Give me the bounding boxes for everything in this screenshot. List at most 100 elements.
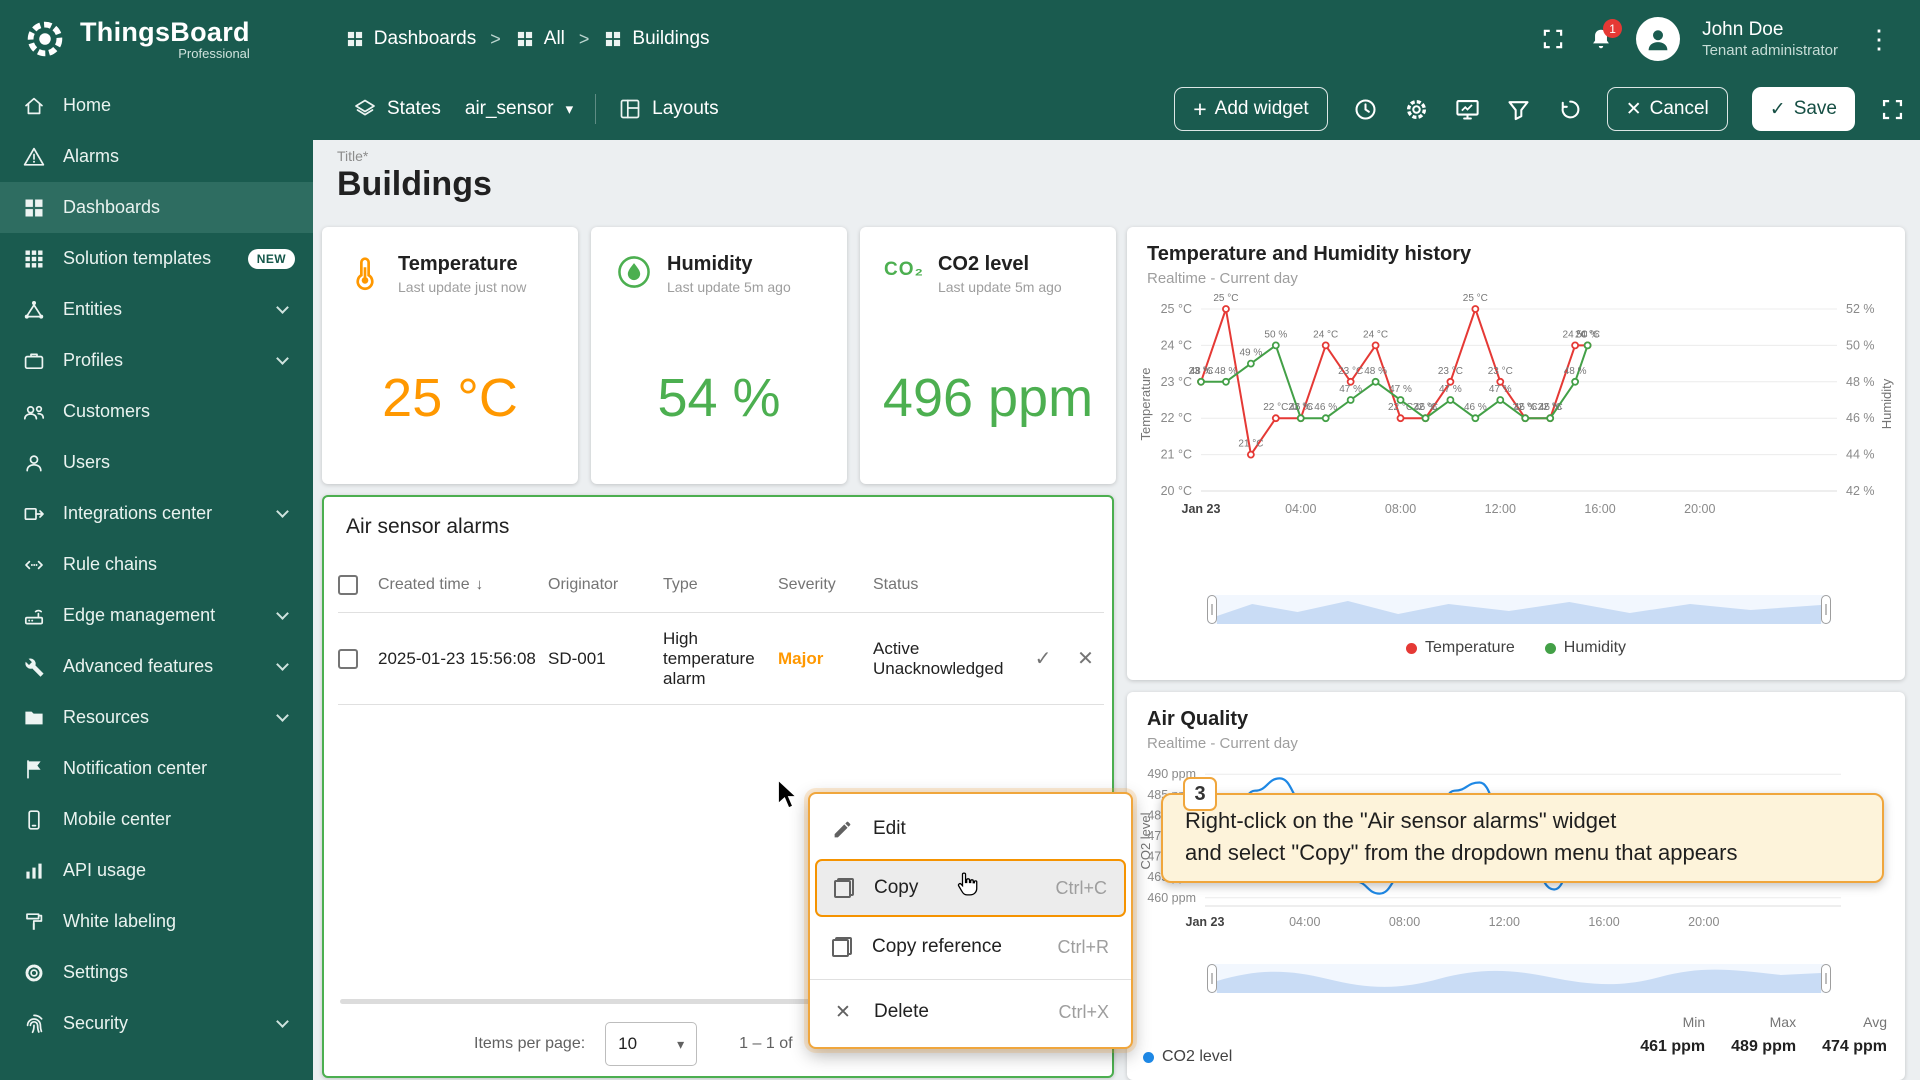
range-handle-left[interactable]: [1207, 964, 1217, 993]
page-title[interactable]: Buildings: [337, 165, 492, 204]
sidebar-item-api-usage[interactable]: API usage: [0, 845, 313, 896]
legend-item-humidity[interactable]: Humidity: [1544, 639, 1626, 657]
sidebar-item-home[interactable]: Home: [0, 80, 313, 131]
thingsboard-logo-icon: [27, 21, 63, 57]
avatar[interactable]: [1636, 17, 1681, 61]
kebab-menu-icon[interactable]: ⋮: [1860, 24, 1898, 55]
header-fullscreen-button[interactable]: [1540, 26, 1566, 52]
legend-item-co2[interactable]: CO2 level: [1143, 1048, 1232, 1066]
card-title: Temperature: [398, 253, 518, 275]
expand-dashboard-button[interactable]: [1879, 96, 1906, 123]
sidebar-item-solution-templates[interactable]: Solution templates NEW: [0, 233, 313, 284]
legend-item-temperature[interactable]: Temperature: [1405, 639, 1515, 657]
svg-text:23 °C: 23 °C: [1488, 366, 1513, 377]
copy-icon: [834, 878, 854, 898]
sidebar-item-edge-management[interactable]: Edge management: [0, 590, 313, 641]
breadcrumb-item-buildings[interactable]: Buildings: [603, 28, 710, 50]
alarm-type: High temperature alarm: [663, 628, 755, 688]
column-header-originator[interactable]: Originator: [548, 576, 663, 594]
layouts-icon: [620, 99, 640, 119]
gear-icon: [25, 964, 43, 981]
column-header-severity[interactable]: Severity: [778, 576, 873, 594]
co2-card-widget[interactable]: CO₂ CO2 level Last update 5m ago 496 ppm: [860, 227, 1116, 484]
sidebar-item-security[interactable]: Security: [0, 998, 313, 1049]
user-menu[interactable]: John Doe Tenant administrator: [1702, 18, 1838, 61]
menu-item-copy[interactable]: Copy Ctrl+C: [815, 859, 1126, 917]
gear-icon: [1406, 99, 1426, 119]
sidebar-item-integrations-center[interactable]: Integrations center: [0, 488, 313, 539]
svg-text:22 °C: 22 °C: [1263, 402, 1288, 413]
dashboards-icon: [606, 31, 621, 47]
sidebar-item-users[interactable]: Users: [0, 437, 313, 488]
svg-text:47 %: 47 %: [1389, 384, 1412, 395]
select-all-checkbox[interactable]: [338, 574, 358, 595]
items-per-page-label: Items per page:: [474, 1035, 586, 1052]
sidebar-item-label: Settings: [63, 962, 129, 982]
air-quality-widget[interactable]: Air Quality Realtime - Current day CO2 l…: [1127, 692, 1905, 1080]
svg-text:21 °C: 21 °C: [1238, 439, 1263, 450]
integration-icon: [24, 507, 44, 520]
clear-alarm-icon[interactable]: ✕: [1063, 646, 1108, 671]
sidebar-item-profiles[interactable]: Profiles: [0, 335, 313, 386]
filters-button[interactable]: [1505, 96, 1532, 123]
column-header-type[interactable]: Type: [663, 576, 778, 594]
menu-item-edit[interactable]: Edit: [810, 799, 1131, 859]
svg-text:46 %: 46 %: [1514, 402, 1537, 413]
save-button[interactable]: ✓ Save: [1751, 87, 1855, 131]
min-label: Min: [1682, 1014, 1706, 1030]
version-history-button[interactable]: [1556, 96, 1583, 123]
breadcrumb-item-all[interactable]: All: [515, 28, 565, 50]
column-header-created-time[interactable]: Created time ↓: [378, 576, 548, 594]
breadcrumb-label: Buildings: [632, 28, 710, 49]
card-subtitle: Last update just now: [398, 279, 527, 295]
alarm-originator: SD-001: [548, 648, 606, 668]
alarm-created-time: 2025-01-23 15:56:08: [378, 648, 536, 668]
sidebar-item-entities[interactable]: Entities: [0, 284, 313, 335]
sidebar-item-resources[interactable]: Resources: [0, 692, 313, 743]
sidebar-item-advanced-features[interactable]: Advanced features: [0, 641, 313, 692]
breadcrumb-item-dashboards[interactable]: Dashboards: [345, 28, 476, 50]
co2-stats: Min 461 ppm Max 489 ppm Avg 474 ppm: [1640, 1014, 1887, 1056]
row-checkbox[interactable]: [338, 648, 358, 669]
legend-dot: [1143, 1051, 1154, 1063]
plus-icon: +: [1193, 95, 1207, 122]
temperature-card-widget[interactable]: Temperature Last update just now 25 °C: [322, 227, 578, 484]
menu-item-copy-reference[interactable]: Copy reference Ctrl+R: [810, 917, 1131, 977]
acknowledge-icon[interactable]: ✓: [1023, 646, 1063, 671]
cancel-button[interactable]: ✕ Cancel: [1606, 87, 1728, 131]
chevron-down-icon: [276, 658, 289, 671]
sidebar-item-white-labeling[interactable]: White labeling: [0, 896, 313, 947]
dashboard-settings-button[interactable]: [1403, 96, 1430, 123]
column-header-status[interactable]: Status: [873, 576, 1023, 594]
range-preview-area: [1217, 969, 1821, 993]
temperature-humidity-history-widget[interactable]: Temperature and Humidity history Realtim…: [1127, 227, 1905, 680]
svg-text:47 %: 47 %: [1489, 384, 1512, 395]
range-handle-right[interactable]: [1821, 964, 1831, 993]
time-range-selector[interactable]: [1207, 595, 1831, 624]
menu-item-delete[interactable]: ✕ Delete Ctrl+X: [810, 982, 1131, 1042]
briefcase-icon: [24, 353, 44, 369]
sidebar-item-label: Home: [63, 95, 112, 115]
sidebar-item-alarms[interactable]: Alarms: [0, 131, 313, 182]
sidebar-item-settings[interactable]: Settings: [0, 947, 313, 998]
time-range-selector[interactable]: [1207, 964, 1831, 993]
states-selector[interactable]: States air_sensor ▾: [353, 97, 573, 121]
app-logo[interactable]: ThingsBoard Professional: [22, 16, 250, 62]
timewindow-button[interactable]: [1352, 96, 1379, 123]
notifications-button[interactable]: 1: [1588, 19, 1623, 52]
sidebar-item-dashboards[interactable]: Dashboards: [0, 182, 313, 233]
humidity-card-widget[interactable]: Humidity Last update 5m ago 54 %: [591, 227, 847, 484]
entity-aliases-button[interactable]: [1454, 96, 1481, 123]
layouts-button[interactable]: Layouts: [618, 97, 719, 121]
items-per-page-select[interactable]: 10 ▾: [605, 1022, 698, 1066]
sidebar-item-label: Users: [63, 452, 111, 472]
range-handle-right[interactable]: [1821, 595, 1831, 624]
add-widget-button[interactable]: + Add widget: [1174, 87, 1328, 131]
sidebar-item-rule-chains[interactable]: Rule chains: [0, 539, 313, 590]
svg-text:46 %: 46 %: [1846, 411, 1875, 425]
alarm-table-row[interactable]: 2025-01-23 15:56:08 SD-001 High temperat…: [338, 613, 1104, 705]
range-handle-left[interactable]: [1207, 595, 1217, 624]
sidebar-item-mobile-center[interactable]: Mobile center: [0, 794, 313, 845]
sidebar-item-customers[interactable]: Customers: [0, 386, 313, 437]
sidebar-item-notification-center[interactable]: Notification center: [0, 743, 313, 794]
